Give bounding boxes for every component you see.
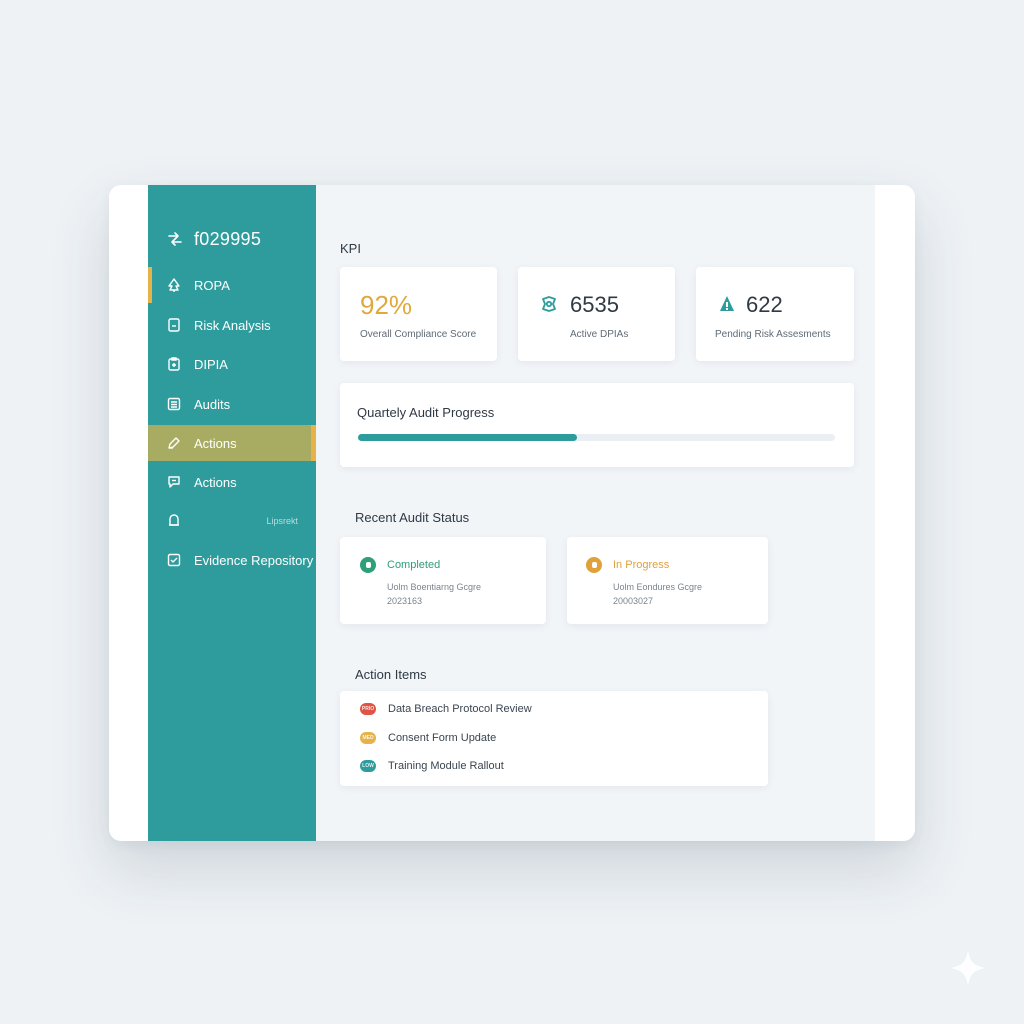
sidebar-item-label: Actions xyxy=(194,474,237,490)
sidebar-item-audits[interactable]: Audits xyxy=(148,386,316,422)
action-items-title: Action Items xyxy=(355,667,427,682)
audit-status-card-completed[interactable]: Completed Uolm Boentiarng Gcgre 2023163 xyxy=(340,537,546,624)
status-label: In Progress xyxy=(613,559,670,571)
priority-badge: PRIO xyxy=(360,703,376,715)
sidebar-item-notifications[interactable]: Lipsrekt xyxy=(148,503,316,539)
action-item[interactable]: PRIO Data Breach Protocol Review xyxy=(360,700,532,718)
right-panel-strip xyxy=(875,185,915,841)
action-item[interactable]: LOW Training Module Rallout xyxy=(360,757,504,775)
sidebar-item-risk-analysis[interactable]: Risk Analysis xyxy=(148,307,316,343)
audit-meta-line1: Uolm Boentiarng Gcgre xyxy=(387,582,482,592)
brand[interactable]: f029995 xyxy=(166,227,261,251)
kpi-value: 92% xyxy=(360,290,413,320)
kpi-label: Pending Risk Assesments xyxy=(715,329,831,340)
brand-name: f029995 xyxy=(194,228,262,249)
kpi-value: 6535 xyxy=(570,292,619,317)
kpi-card-risk-assessments[interactable]: 622 Pending Risk Assesments xyxy=(696,267,854,361)
status-label: Completed xyxy=(387,559,441,571)
sidebar-item-evidence-repository[interactable]: Evidence Repository xyxy=(148,542,316,578)
kpi-label: Overall Compliance Score xyxy=(360,329,477,340)
audit-meta-line2: 20003027 xyxy=(613,596,654,606)
sparkle-icon xyxy=(950,950,986,986)
checkbox-icon xyxy=(166,552,182,568)
sidebar-item-label: Risk Analysis xyxy=(194,317,271,333)
action-item-label: Data Breach Protocol Review xyxy=(388,703,532,715)
audit-progress-title: Quartely Audit Progress xyxy=(357,405,495,420)
shield-gear-icon xyxy=(540,295,558,313)
audit-progress-bar xyxy=(358,434,835,441)
status-icon xyxy=(360,557,376,573)
document-icon xyxy=(166,317,182,333)
clipboard-icon xyxy=(166,356,182,372)
kpi-label: Active DPIAs xyxy=(570,329,629,340)
sidebar-item-actions-active[interactable]: Actions xyxy=(148,425,316,461)
collapse-arrows-icon xyxy=(166,230,184,248)
main-content: KPI 92% Overall Compliance Score 6535 Ac… xyxy=(316,185,875,841)
kpi-card-dpias[interactable]: 6535 Active DPIAs xyxy=(518,267,675,361)
tree-icon xyxy=(166,277,182,293)
sidebar-item-label: ROPA xyxy=(194,277,230,293)
sidebar: f029995 ROPA Risk Analysis DIPIA Audits xyxy=(148,185,316,841)
warning-icon xyxy=(718,295,736,313)
audit-meta-line2: 2023163 xyxy=(387,596,423,606)
bell-icon xyxy=(166,513,182,529)
audit-status-card-in-progress[interactable]: In Progress Uolm Eondures Gcgre 20003027 xyxy=(567,537,768,624)
audit-meta-line1: Uolm Eondures Gcgre xyxy=(613,582,703,592)
sidebar-item-small-text: Lipsrekt xyxy=(266,516,298,526)
chat-icon xyxy=(166,474,182,490)
kpi-title: KPI xyxy=(340,241,361,256)
priority-badge: MED xyxy=(360,732,376,744)
sidebar-item-label: Audits xyxy=(194,396,231,412)
list-icon xyxy=(166,396,182,412)
status-icon xyxy=(586,557,602,573)
sidebar-item-label: Evidence Repository xyxy=(194,552,314,568)
action-items-list: PRIO Data Breach Protocol Review MED Con… xyxy=(340,691,768,786)
sidebar-item-ropa[interactable]: ROPA xyxy=(148,267,316,303)
pen-icon xyxy=(166,435,182,451)
recent-audit-title: Recent Audit Status xyxy=(355,510,470,525)
app-window: f029995 ROPA Risk Analysis DIPIA Audits xyxy=(109,185,915,841)
action-item[interactable]: MED Consent Form Update xyxy=(360,729,496,747)
audit-progress-card: Quartely Audit Progress xyxy=(340,383,854,467)
sidebar-item-label: DIPIA xyxy=(194,356,228,372)
kpi-value: 622 xyxy=(746,292,783,317)
audit-progress-fill xyxy=(358,434,578,441)
kpi-card-compliance[interactable]: 92% Overall Compliance Score xyxy=(340,267,497,361)
sidebar-item-dipia[interactable]: DIPIA xyxy=(148,346,316,382)
action-item-label: Consent Form Update xyxy=(388,732,497,744)
sidebar-item-label: Actions xyxy=(194,435,237,451)
action-item-label: Training Module Rallout xyxy=(388,760,504,772)
sidebar-item-actions[interactable]: Actions xyxy=(148,464,316,500)
priority-badge: LOW xyxy=(360,760,376,772)
